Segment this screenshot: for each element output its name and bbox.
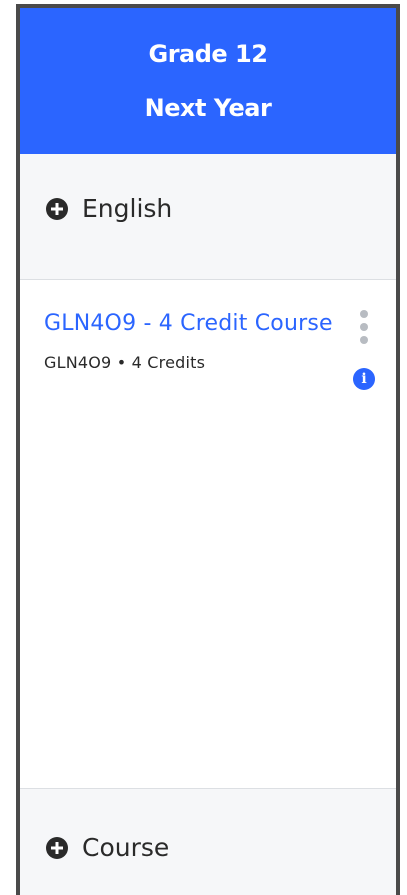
column-header: Grade 12 Next Year: [20, 8, 396, 154]
planner-column: Grade 12 Next Year English GLN4O9 - 4 Cr…: [16, 4, 400, 895]
kebab-dot: [360, 323, 368, 331]
grade-title: Grade 12: [148, 40, 268, 68]
subject-label: English: [82, 194, 173, 223]
add-english-button[interactable]: English: [46, 194, 172, 223]
year-subtitle: Next Year: [144, 94, 272, 122]
add-course-section: Course: [20, 788, 396, 895]
kebab-dot: [360, 310, 368, 318]
course-card[interactable]: GLN4O9 - 4 Credit Course GLN4O9 • 4 Cred…: [20, 281, 396, 391]
subject-section: English: [20, 154, 396, 280]
kebab-menu-icon[interactable]: [358, 308, 370, 346]
info-icon[interactable]: i: [353, 368, 375, 390]
add-course-label: Course: [82, 833, 170, 862]
kebab-dot: [360, 336, 368, 344]
course-title-link[interactable]: GLN4O9 - 4 Credit Course: [44, 311, 344, 336]
course-details: GLN4O9 • 4 Credits: [44, 353, 206, 372]
plus-circle-icon: [46, 197, 68, 220]
plus-circle-icon: [46, 836, 68, 859]
add-course-button[interactable]: Course: [46, 833, 169, 862]
